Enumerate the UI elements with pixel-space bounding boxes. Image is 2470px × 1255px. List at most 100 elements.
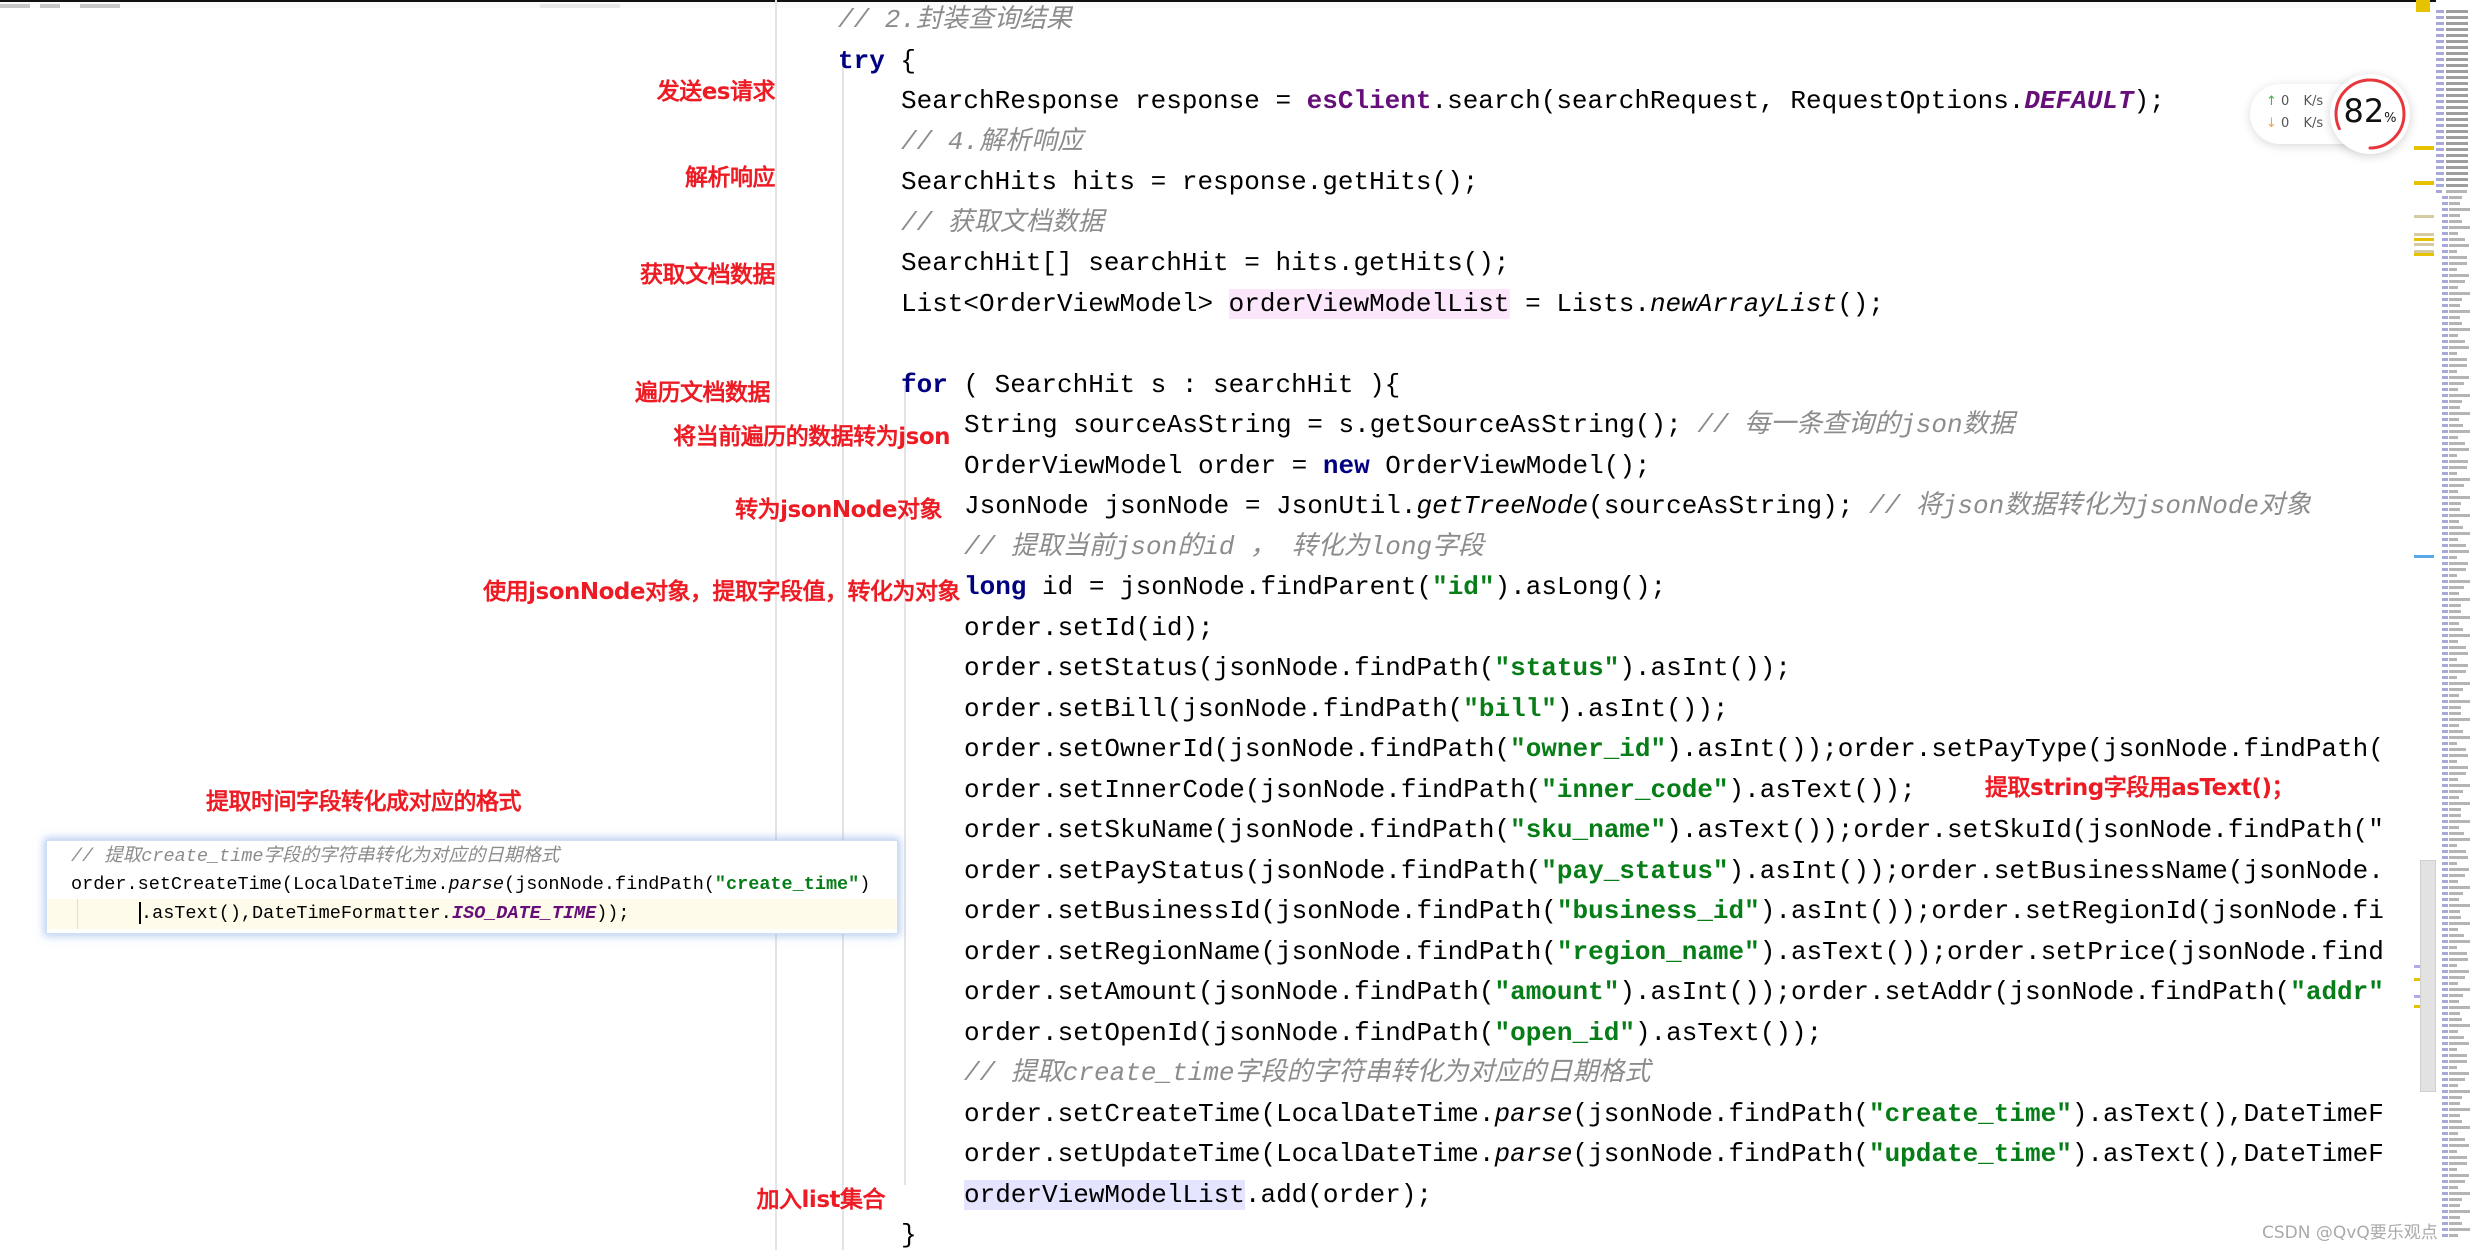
popup-comment: // 提取create_time字段的字符串转化为对应的日期格式 (71, 843, 559, 871)
code-line[interactable]: order.setBusinessId(jsonNode.findPath("b… (964, 891, 2384, 931)
minimap-line (2449, 394, 2470, 397)
minimap-line (2442, 802, 2448, 805)
error-stripe-marker[interactable] (2414, 555, 2434, 558)
code-text: order.setId(id); (964, 612, 1214, 643)
code-line[interactable]: } (901, 1215, 917, 1255)
toolbar-field[interactable] (540, 4, 620, 8)
code-line[interactable]: orderViewModelList.add(order); (964, 1175, 1432, 1215)
error-stripe-marker[interactable] (2414, 233, 2434, 236)
code-line[interactable]: order.setStatus(jsonNode.findPath("statu… (964, 648, 1791, 688)
toolbar-icon[interactable] (0, 4, 30, 8)
minimap-line (2442, 976, 2448, 979)
code-line[interactable]: order.setAmount(jsonNode.findPath("amoun… (964, 972, 2384, 1012)
code-text: esClient (1306, 86, 1432, 116)
code-line[interactable]: order.setBill(jsonNode.findPath("bill").… (964, 689, 1729, 729)
minimap-line (2449, 472, 2457, 475)
upload-speed: ↑ 0 K/s (2266, 94, 2323, 109)
code-line[interactable]: order.setPayStatus(jsonNode.findPath("pa… (964, 851, 2384, 891)
code-line[interactable]: order.setOwnerId(jsonNode.findPath("owne… (964, 729, 2384, 769)
code-text: order.setUpdateTime(LocalDateTime. (964, 1139, 1495, 1169)
minimap-line (2446, 172, 2468, 175)
minimap-line (2449, 1048, 2457, 1051)
minimap-line (2442, 778, 2448, 781)
code-text: ).asText()); (1728, 774, 1916, 805)
minimap-line (2442, 934, 2448, 937)
code-line[interactable]: try { (838, 41, 916, 81)
minimap-line (2449, 1072, 2469, 1075)
code-line[interactable]: order.setUpdateTime(LocalDateTime.parse(… (964, 1134, 2384, 1174)
error-stripe-marker[interactable] (2414, 253, 2434, 256)
code-line[interactable]: // 提取当前json的id ， 转化为long字段 (964, 527, 1484, 567)
minimap-line (2436, 52, 2444, 55)
minimap-line (2442, 1156, 2448, 1159)
toolbar-icon[interactable] (40, 4, 60, 8)
code-line[interactable]: SearchHits hits = response.getHits(); (901, 162, 1478, 202)
minimap-line (2449, 406, 2460, 409)
minimap-line (2449, 658, 2457, 661)
code-line[interactable]: long id = jsonNode.findParent("id").asLo… (964, 567, 1666, 607)
minimap-line (2442, 652, 2448, 655)
code-string: "id" (1432, 572, 1495, 602)
minimap-line (2442, 670, 2448, 673)
minimap-line (2449, 556, 2457, 559)
code-minimap[interactable] (2436, 0, 2470, 1250)
minimap-line (2449, 790, 2463, 793)
code-line[interactable]: List<OrderViewModel> orderViewModelList … (901, 284, 1884, 324)
code-line[interactable]: order.setOpenId(jsonNode.findPath("open_… (964, 1013, 1822, 1053)
minimap-line (2442, 874, 2448, 877)
minimap-line (2449, 676, 2457, 679)
code-line[interactable]: order.setId(id); (964, 608, 1214, 648)
code-string: "addr" (2290, 977, 2384, 1007)
code-line[interactable]: // 2.封装查询结果 (838, 0, 1072, 40)
minimap-line (2449, 1084, 2458, 1087)
code-line[interactable]: // 4.解析响应 (901, 122, 1083, 162)
error-stripe-marker[interactable] (2414, 215, 2434, 218)
code-text: ).asText(),DateTimeF (2071, 1139, 2384, 1169)
minimap-line (2449, 520, 2459, 523)
minimap-line (2442, 1018, 2448, 1021)
code-line[interactable]: order.setInnerCode(jsonNode.findPath("in… (964, 770, 1916, 810)
code-text: order.setStatus(jsonNode.findPath( (964, 653, 1495, 683)
code-string: "bill" (1463, 693, 1557, 724)
minimap-line (2449, 334, 2458, 337)
error-stripe-marker[interactable] (2414, 181, 2434, 185)
minimap-line (2449, 292, 2470, 295)
popup-line-1: order.setCreateTime(LocalDateTime.parse(… (71, 871, 870, 899)
code-text: ).asInt()); (1619, 653, 1791, 683)
popup-comment-text: // 提取create_time字段的字符串转化为对应的日期格式 (71, 846, 560, 867)
code-line[interactable]: OrderViewModel order = new OrderViewMode… (964, 446, 1651, 486)
minimap-line (2449, 724, 2459, 727)
minimap-line (2449, 694, 2459, 697)
minimap-line (2436, 46, 2444, 49)
minimap-line (2442, 1168, 2448, 1171)
minimap-line (2436, 148, 2444, 151)
minimap-line (2442, 820, 2448, 823)
error-stripe-marker[interactable] (2416, 0, 2430, 12)
error-stripe-marker[interactable] (2414, 243, 2434, 246)
minimap-line (2442, 340, 2448, 343)
minimap-line (2442, 676, 2448, 679)
code-line[interactable]: JsonNode jsonNode = JsonUtil.getTreeNode… (964, 486, 2311, 526)
code-line[interactable]: order.setSkuName(jsonNode.findPath("sku_… (964, 810, 2384, 850)
toolbar-icon[interactable] (80, 4, 120, 8)
error-stripe-marker[interactable] (2414, 238, 2434, 241)
minimap-line (2449, 628, 2463, 631)
code-line[interactable]: order.setRegionName(jsonNode.findPath("r… (964, 932, 2384, 972)
minimap-line (2449, 688, 2463, 691)
code-line[interactable]: String sourceAsString = s.getSourceAsStr… (964, 405, 2015, 445)
error-stripe-marker[interactable] (2414, 146, 2434, 150)
code-line[interactable]: SearchResponse response = esClient.searc… (901, 81, 2165, 121)
code-comment: // 将json数据转化为jsonNode对象 (1868, 491, 2312, 521)
code-line[interactable]: SearchHit[] searchHit = hits.getHits(); (901, 243, 1510, 283)
scrollbar-thumb[interactable] (2420, 860, 2436, 1092)
code-line[interactable]: // 获取文档数据 (901, 203, 1104, 243)
minimap-line (2442, 1060, 2448, 1063)
code-line[interactable]: for ( SearchHit s : searchHit ){ (901, 365, 1400, 405)
minimap-line (2449, 1138, 2465, 1141)
memory-usage-gauge[interactable]: 82% (2330, 74, 2410, 154)
code-line[interactable]: // 提取create_time字段的字符串转化为对应的日期格式 (964, 1053, 1650, 1093)
code-line[interactable]: order.setCreateTime(LocalDateTime.parse(… (964, 1094, 2384, 1134)
minimap-line (2449, 616, 2470, 619)
minimap-line (2449, 484, 2464, 487)
minimap-line (2442, 700, 2448, 703)
